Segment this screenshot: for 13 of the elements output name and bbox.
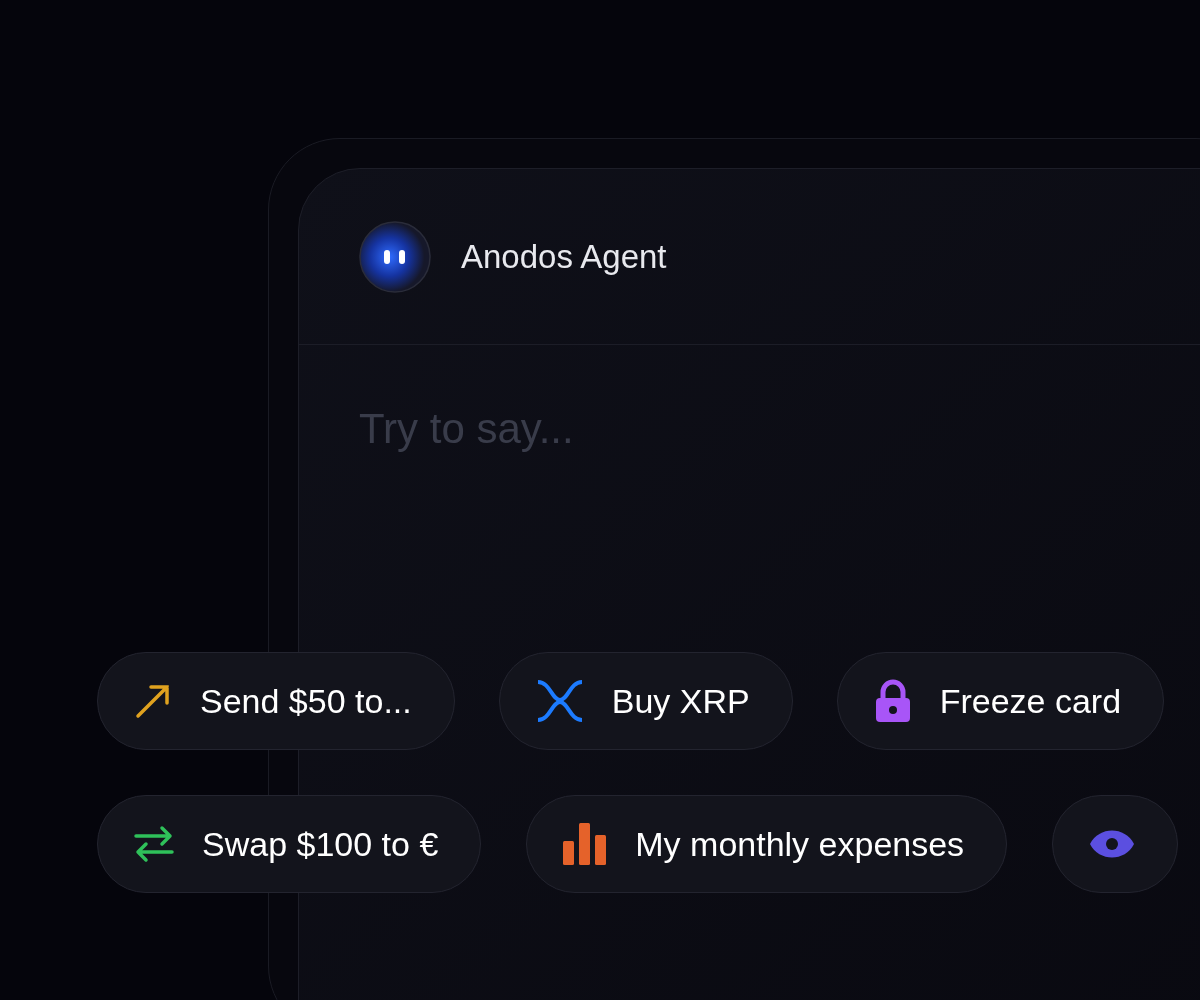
suggestion-chip[interactable]: Send $50 to... [97, 652, 455, 750]
suggestion-chip[interactable]: Freeze card [836, 652, 1165, 750]
swap-arrows-icon [134, 824, 174, 864]
agent-name: Anodos Agent [461, 236, 667, 277]
bar-chart-icon [563, 823, 608, 865]
eye-icon [1089, 829, 1136, 859]
agent-avatar-icon [359, 220, 431, 293]
suggestion-chip[interactable]: Buy XRP [498, 652, 793, 750]
suggestion-chip[interactable]: Swap $100 to € [97, 795, 482, 893]
lock-icon [873, 679, 912, 723]
x-logo-icon [535, 680, 584, 722]
arrow-up-right-icon [134, 682, 172, 720]
suggestion-chip[interactable]: My monthly expenses [526, 795, 1008, 893]
